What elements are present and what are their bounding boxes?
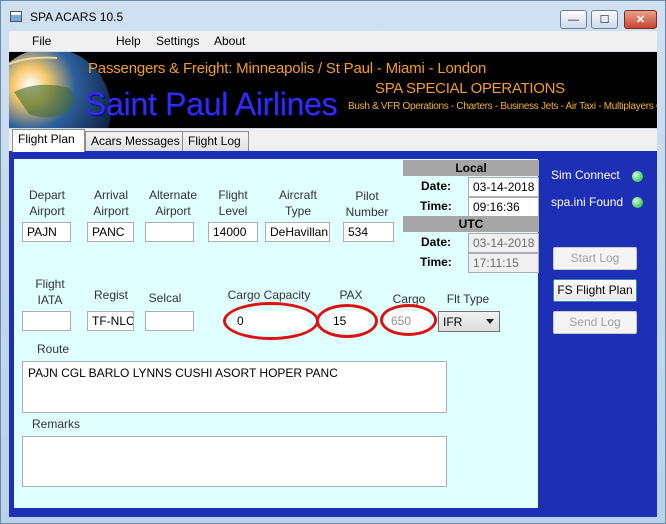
flt-type-label: Flt Type — [446, 292, 490, 306]
utc-time-header: UTC — [403, 216, 539, 232]
regist-input[interactable]: TF-NLC — [87, 311, 134, 331]
sim-connect-label: Sim Connect — [551, 168, 620, 182]
banner-airline-name: Saint Paul Airlines — [85, 86, 338, 122]
title-bar[interactable]: SPA ACARS 10.5 — ☐ ✕ — [1, 1, 665, 31]
local-date-label: Date: — [421, 179, 452, 193]
menu-settings[interactable]: Settings — [156, 34, 199, 48]
cargo-capacity-highlight — [223, 302, 319, 340]
app-window: SPA ACARS 10.5 — ☐ ✕ File Help Settings … — [0, 0, 666, 524]
sim-connect-status-icon — [632, 171, 643, 182]
utc-time-field: 17:11:15 — [468, 253, 539, 273]
window-title: SPA ACARS 10.5 — [30, 10, 124, 24]
local-time-field: 09:16:36 — [468, 197, 539, 217]
local-time-label: Time: — [420, 199, 452, 213]
flight-iata-input[interactable] — [22, 311, 71, 331]
utc-date-label: Date: — [421, 235, 452, 249]
menu-file[interactable]: File — [32, 34, 51, 48]
depart-airport-input[interactable]: PAJN — [22, 222, 71, 242]
tab-flight-log[interactable]: Flight Log — [182, 131, 249, 151]
menu-bar: File Help Settings About — [9, 31, 657, 51]
airline-banner: Passengers & Freight: Minneapolis / St P… — [9, 52, 657, 128]
menu-help[interactable]: Help — [116, 34, 141, 48]
depart-airport-label: Depart Airport — [28, 188, 66, 218]
route-textarea[interactable]: PAJN CGL BARLO LYNNS CUSHI ASORT HOPER P… — [22, 361, 447, 413]
pax-label: PAX — [339, 288, 363, 302]
local-date-field: 03-14-2018 — [468, 177, 539, 197]
banner-special-ops: SPA SPECIAL OPERATIONS — [375, 80, 565, 97]
pilot-number-input[interactable]: 534 — [343, 222, 394, 242]
flight-iata-label: Flight IATA — [35, 277, 65, 307]
banner-route-text: Passengers & Freight: Minneapolis / St P… — [88, 60, 487, 77]
spa-ini-status-icon — [632, 197, 643, 208]
flight-level-input[interactable]: 14000 — [208, 222, 258, 242]
utc-date-field: 03-14-2018 — [468, 233, 539, 253]
selcal-label: Selcal — [148, 291, 182, 305]
tab-strip: Flight Plan Acars Messages Flight Log — [9, 129, 657, 152]
tab-flight-plan[interactable]: Flight Plan — [12, 129, 85, 152]
remarks-textarea[interactable] — [22, 436, 447, 487]
remarks-label: Remarks — [32, 417, 81, 431]
alternate-airport-input[interactable] — [145, 222, 194, 242]
cargo-highlight — [380, 304, 437, 336]
close-button[interactable]: ✕ — [624, 10, 657, 29]
flt-type-value: IFR — [443, 315, 463, 329]
start-log-button[interactable]: Start Log — [553, 247, 637, 270]
menu-about[interactable]: About — [214, 34, 245, 48]
cargo-capacity-label: Cargo Capacity — [227, 288, 311, 302]
maximize-button[interactable]: ☐ — [591, 10, 618, 29]
send-log-button[interactable]: Send Log — [553, 311, 637, 334]
selcal-input[interactable] — [145, 311, 194, 331]
spa-ini-label: spa.ini Found — [551, 195, 624, 209]
arrival-airport-label: Arrival Airport — [93, 188, 129, 218]
app-icon — [10, 11, 22, 22]
chevron-down-icon — [486, 319, 494, 324]
aircraft-type-label: Aircraft Type — [278, 188, 317, 218]
pilot-number-label: Pilot Number — [345, 189, 389, 219]
pax-highlight — [316, 304, 378, 338]
utc-time-label: Time: — [420, 255, 452, 269]
flight-level-label: Flight Level — [218, 188, 248, 218]
local-time-header: Local — [403, 160, 539, 176]
arrival-airport-input[interactable]: PANC — [87, 222, 134, 242]
minimize-button[interactable]: — — [560, 10, 587, 29]
tab-acars-messages[interactable]: Acars Messages — [85, 131, 188, 151]
regist-label: Regist — [93, 288, 128, 302]
route-label: Route — [37, 342, 70, 356]
aircraft-type-input[interactable]: DeHavillan — [265, 222, 330, 242]
fs-flight-plan-button[interactable]: FS Flight Plan — [553, 279, 637, 302]
banner-services: Bush & VFR Operations - Charters - Busin… — [348, 101, 657, 112]
flt-type-select[interactable]: IFR — [438, 311, 500, 332]
alternate-airport-label: Alternate Airport — [148, 188, 198, 218]
